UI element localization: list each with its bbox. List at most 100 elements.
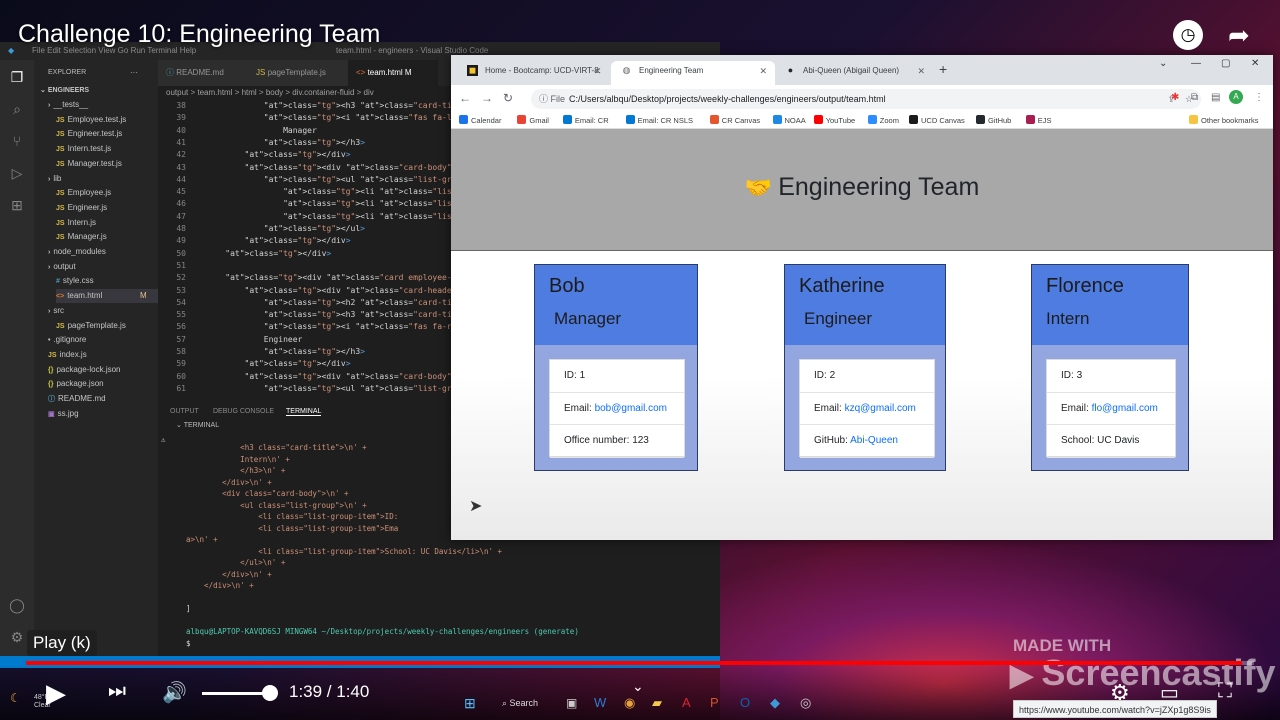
tab-terminal[interactable]: TERMINAL: [286, 408, 322, 416]
bookmark-item[interactable]: Calendar: [459, 115, 501, 125]
extensions-puzzle-icon[interactable]: ⧉: [1191, 92, 1198, 103]
tab-bootcamp[interactable]: ◼ Home - Bootcamp: UCD-VIRT-8: ✕: [457, 61, 609, 85]
bookmark-item[interactable]: EJS: [1025, 115, 1052, 125]
volume-knob[interactable]: [262, 685, 278, 701]
fullscreen-icon[interactable]: ⛶: [1218, 680, 1232, 703]
explorer-more-icon[interactable]: ···: [130, 66, 138, 80]
forward-icon[interactable]: →: [481, 91, 493, 105]
bookmark-item[interactable]: Gmail: [517, 115, 549, 125]
bookmark-item[interactable]: NOAA: [772, 115, 806, 125]
sidebar-icon[interactable]: ▤: [1211, 92, 1220, 103]
bookmark-item[interactable]: Email: CR: [562, 115, 609, 125]
file-tree-item[interactable]: › node_modules: [48, 245, 106, 259]
task-view-icon[interactable]: ▣: [566, 696, 577, 710]
code-line[interactable]: 52 "at">class="tg"><div "at">class="card…: [158, 272, 480, 284]
settings-gear-icon[interactable]: ⚙: [8, 628, 26, 646]
workspace-root[interactable]: ⌄ ENGINEERS: [40, 84, 89, 98]
code-line[interactable]: 41 "at">class="tg"></h3>: [158, 137, 365, 149]
code-line[interactable]: 59 "at">class="tg"></div>: [158, 358, 350, 370]
file-tree-item[interactable]: ▣ ss.jpg: [48, 407, 79, 421]
back-icon[interactable]: ←: [459, 91, 471, 105]
tab-engineering-team[interactable]: ◍ Engineering Team ✕: [611, 61, 775, 85]
code-line[interactable]: 58 "at">class="tg"></h3>: [158, 346, 365, 358]
file-tree-item[interactable]: › __tests__: [48, 98, 88, 112]
bookmark-item[interactable]: UCD Canvas: [909, 115, 965, 125]
reload-icon[interactable]: ↻: [503, 91, 513, 105]
code-line[interactable]: 55 "at">class="tg"><h3 "at">class="card-…: [158, 309, 475, 321]
extensions-icon[interactable]: ⊞: [8, 196, 26, 214]
run-debug-icon[interactable]: ▷: [8, 164, 26, 182]
watch-later-icon[interactable]: ◷: [1173, 20, 1203, 50]
file-tree-item[interactable]: # style.css: [56, 274, 94, 288]
code-line[interactable]: 42 "at">class="tg"></div>: [158, 149, 350, 161]
file-tree-item[interactable]: JS Manager.js: [56, 230, 107, 244]
file-tree-item[interactable]: JS Manager.test.js: [56, 157, 122, 171]
code-line[interactable]: 51: [158, 260, 206, 272]
other-bookmarks[interactable]: Other bookmarks: [1189, 115, 1259, 125]
play-icon[interactable]: ▶: [46, 678, 66, 709]
card-link[interactable]: flo@gmail.com: [1092, 403, 1158, 414]
card-link[interactable]: Abi-Queen: [850, 435, 898, 446]
close-tab-icon[interactable]: ✕: [593, 61, 601, 81]
obs-icon[interactable]: ◎: [800, 695, 811, 711]
volume-icon[interactable]: 🔊: [162, 680, 187, 705]
file-tree-item[interactable]: JS pageTemplate.js: [56, 319, 126, 333]
file-tree-item[interactable]: <> team.html M: [56, 289, 158, 304]
tab-search-icon[interactable]: ⌄: [1159, 58, 1167, 69]
maximize-icon[interactable]: ▢: [1221, 58, 1230, 69]
file-tree-item[interactable]: {} package-lock.json: [48, 363, 121, 377]
explorer-icon[interactable]: ❐: [8, 68, 26, 86]
file-tree-item[interactable]: › lib: [48, 172, 61, 186]
code-line[interactable]: 44 "at">class="tg"><ul "at">class="list-…: [158, 174, 475, 186]
file-tree-item[interactable]: • .gitignore: [48, 333, 86, 347]
address-bar[interactable]: ⓘ File C:/Users/albqu/Desktop/projects/w…: [531, 89, 1201, 109]
code-line[interactable]: 38 "at">class="tg"><h3 "at">class="card-…: [158, 100, 475, 112]
tab-page-template[interactable]: JS pageTemplate.js: [248, 60, 348, 86]
volume-slider[interactable]: [202, 692, 270, 695]
outlook-icon[interactable]: O: [740, 695, 750, 710]
code-line[interactable]: 53 "at">class="tg"><div "at">class="card…: [158, 285, 466, 297]
minimize-icon[interactable]: —: [1191, 58, 1201, 69]
code-line[interactable]: 60 "at">class="tg"><div "at">class="card…: [158, 371, 456, 383]
new-tab-icon[interactable]: +: [939, 61, 947, 77]
file-tree-item[interactable]: ⓘ README.md: [48, 392, 106, 406]
powerpoint-icon[interactable]: P: [710, 695, 719, 710]
file-tree-item[interactable]: › src: [48, 304, 64, 318]
code-line[interactable]: 57 Engineer: [158, 334, 302, 346]
search-icon[interactable]: ⌕: [8, 100, 26, 118]
taskbar-search[interactable]: ⌕ Search: [502, 698, 538, 709]
file-tree-item[interactable]: {} package.json: [48, 377, 104, 391]
acrobat-icon[interactable]: A: [682, 695, 691, 710]
next-icon[interactable]: ⏭: [108, 680, 126, 703]
file-tree-item[interactable]: JS Employee.test.js: [56, 113, 126, 127]
tab-readme[interactable]: ⓘ README.md: [158, 60, 248, 86]
share-arrow-icon[interactable]: ➦: [1228, 20, 1250, 51]
code-line[interactable]: 50 "at">class="tg"></div>: [158, 248, 331, 260]
file-explorer-icon[interactable]: ▰: [652, 695, 662, 711]
card-link[interactable]: bob@gmail.com: [595, 403, 667, 414]
word-icon[interactable]: W: [594, 695, 606, 710]
bookmark-item[interactable]: Zoom: [867, 115, 899, 125]
file-tree-item[interactable]: › output: [48, 260, 76, 274]
tab-output[interactable]: OUTPUT: [170, 408, 199, 415]
file-tree-item[interactable]: JS Intern.js: [56, 216, 96, 230]
code-line[interactable]: 48 "at">class="tg"></ul>: [158, 223, 365, 235]
vscode-taskbar-icon[interactable]: ◆: [770, 695, 780, 711]
close-tab-icon[interactable]: ✕: [917, 61, 925, 81]
close-window-icon[interactable]: ✕: [1251, 58, 1259, 69]
chrome-taskbar-icon[interactable]: ◉: [624, 695, 635, 711]
code-line[interactable]: 61 "at">class="tg"><ul "at">class="list-…: [158, 383, 475, 395]
code-line[interactable]: 40 Manager: [158, 125, 316, 137]
tab-debug-console[interactable]: DEBUG CONSOLE: [213, 408, 274, 415]
extension-icon[interactable]: ✱: [1171, 92, 1179, 103]
file-tree-item[interactable]: JS Intern.test.js: [56, 142, 111, 156]
chrome-menu-icon[interactable]: ⋮: [1254, 92, 1264, 103]
code-line[interactable]: 49 "at">class="tg"></div>: [158, 235, 350, 247]
video-title[interactable]: Challenge 10: Engineering Team: [18, 20, 380, 49]
bookmark-item[interactable]: YouTube: [813, 115, 855, 125]
file-tree-item[interactable]: JS Engineer.js: [56, 201, 107, 215]
file-tree-item[interactable]: JS Engineer.test.js: [56, 127, 122, 141]
bookmark-item[interactable]: CR Canvas: [709, 115, 760, 125]
file-tree-item[interactable]: JS Employee.js: [56, 186, 111, 200]
bookmark-item[interactable]: Email: CR NSLS: [625, 115, 693, 125]
